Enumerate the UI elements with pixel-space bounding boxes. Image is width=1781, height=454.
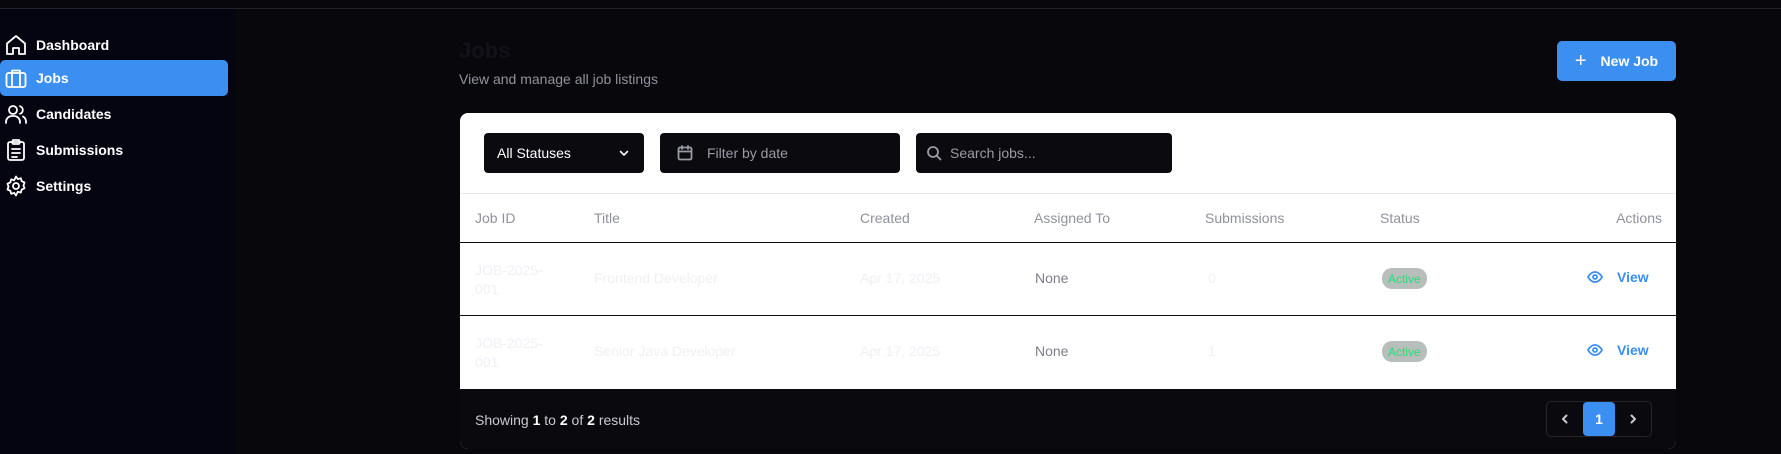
search-icon xyxy=(927,146,942,161)
job-title-cell: Senior Java Developer xyxy=(594,343,736,359)
column-header-assigned-to: Assigned To xyxy=(1034,210,1111,226)
date-filter-input[interactable]: Filter by date xyxy=(660,133,900,173)
gear-icon xyxy=(4,174,28,198)
column-header-title: Title xyxy=(594,210,620,226)
jobs-card: All Statuses Filter by date Search jobs.… xyxy=(460,113,1676,449)
status-filter-value: All Statuses xyxy=(497,145,571,161)
range-from: 1 xyxy=(532,412,541,428)
chevron-left-icon xyxy=(1562,414,1568,424)
clipboard-icon xyxy=(4,138,28,162)
briefcase-icon xyxy=(4,66,28,90)
calendar-icon xyxy=(677,145,693,161)
date-filter-placeholder: Filter by date xyxy=(707,145,788,161)
search-input[interactable]: Search jobs... xyxy=(916,133,1172,173)
job-title-cell: Frontend Developer xyxy=(594,270,718,286)
chevron-right-icon xyxy=(1630,414,1636,424)
table-row: JOB-2025-001 Frontend Developer Apr 17, … xyxy=(460,243,1676,316)
view-label: View xyxy=(1617,269,1649,285)
results-summary: Showing 1 to 2 of 2 results xyxy=(475,412,640,428)
sidebar-item-jobs[interactable]: Jobs xyxy=(0,60,228,96)
eye-icon xyxy=(1587,344,1603,356)
assigned-to-cell: None xyxy=(1035,343,1069,359)
submissions-cell: 1 xyxy=(1208,343,1216,359)
to-word: to xyxy=(544,412,556,428)
next-page-button[interactable] xyxy=(1615,402,1651,436)
sidebar-item-submissions[interactable]: Submissions xyxy=(0,132,228,168)
job-id-cell: JOB-2025-001 xyxy=(475,262,543,297)
new-job-button[interactable]: + New Job xyxy=(1557,41,1676,81)
eye-icon xyxy=(1587,271,1603,283)
total-results: 2 xyxy=(587,412,595,428)
status-filter-select[interactable]: All Statuses xyxy=(484,133,644,173)
column-header-job-id: Job ID xyxy=(475,210,516,226)
view-label: View xyxy=(1617,342,1649,358)
page-title: Jobs xyxy=(459,38,511,63)
view-job-button[interactable]: View xyxy=(1587,342,1649,358)
assigned-to-cell: None xyxy=(1035,270,1069,286)
top-bar xyxy=(0,0,1781,9)
plus-icon: + xyxy=(1574,50,1587,72)
sidebar-item-dashboard[interactable]: Dashboard xyxy=(0,27,228,63)
chevron-down-icon xyxy=(619,150,629,156)
sidebar-item-settings[interactable]: Settings xyxy=(0,168,228,204)
submissions-cell: 0 xyxy=(1208,270,1216,286)
created-cell: Apr 17, 2025 xyxy=(860,270,941,286)
column-header-status: Status xyxy=(1380,210,1420,226)
job-id-cell: JOB-2025-001 xyxy=(475,335,543,370)
table-row: JOB-2025-001 Senior Java Developer Apr 1… xyxy=(460,316,1676,389)
home-icon xyxy=(4,33,28,57)
created-cell: Apr 17, 2025 xyxy=(860,343,941,359)
sidebar-item-candidates[interactable]: Candidates xyxy=(0,96,228,132)
status-badge: Active xyxy=(1382,341,1427,362)
column-header-submissions: Submissions xyxy=(1205,210,1285,226)
new-job-label: New Job xyxy=(1600,53,1659,69)
page-button-1[interactable]: 1 xyxy=(1583,402,1615,436)
previous-page-button[interactable] xyxy=(1547,402,1583,436)
sidebar-item-label: Dashboard xyxy=(36,37,110,53)
view-job-button[interactable]: View xyxy=(1587,269,1649,285)
sidebar-item-label: Candidates xyxy=(36,106,112,122)
pagination: 1 xyxy=(1546,401,1652,437)
results-word: results xyxy=(598,412,641,428)
table-header: Job ID Title Created Assigned To Submiss… xyxy=(460,194,1676,243)
search-placeholder: Search jobs... xyxy=(950,145,1036,161)
sidebar-item-label: Settings xyxy=(36,178,92,194)
range-to: 2 xyxy=(559,412,568,428)
sidebar-item-label: Jobs xyxy=(36,70,69,86)
sidebar-item-label: Submissions xyxy=(36,142,124,158)
status-badge: Active xyxy=(1382,268,1427,289)
sidebar: Dashboard Jobs Candidates Submissions Se… xyxy=(0,9,235,454)
page-subtitle: View and manage all job listings xyxy=(459,71,658,87)
users-icon xyxy=(4,102,28,126)
table-footer: Showing 1 to 2 of 2 results 1 xyxy=(460,389,1676,449)
column-header-actions: Actions xyxy=(1616,210,1662,226)
column-header-created: Created xyxy=(860,210,910,226)
of-word: of xyxy=(571,412,584,428)
showing-prefix: Showing xyxy=(475,412,529,428)
